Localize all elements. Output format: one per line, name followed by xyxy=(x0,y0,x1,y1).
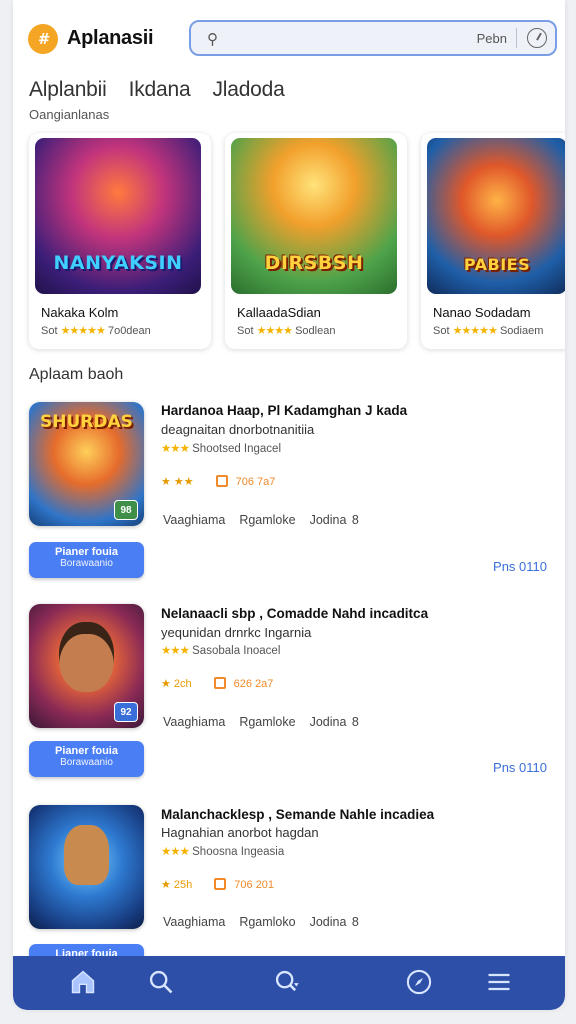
calendar-icon xyxy=(214,878,227,890)
featured-card[interactable]: PABIES Nanao Sodadam Sot ★★★★★ Sodiaem xyxy=(421,133,565,349)
game-meta: Sot ★★★★★ 7o0dean xyxy=(41,325,151,337)
rating-stars: ★★★★★ xyxy=(60,325,106,337)
top-bar: # Aplanasii ⚲ Pebn xyxy=(13,10,565,68)
bottom-navigation xyxy=(13,956,565,1010)
rating-stars: ★★★★★ xyxy=(452,325,498,337)
game-name: Nanao Sodadam xyxy=(433,305,531,320)
calendar-icon xyxy=(213,677,226,689)
list-item-stats: ★ 25h 706 201 xyxy=(161,878,275,891)
search-filter-icon[interactable] xyxy=(273,968,303,998)
install-button[interactable]: Pianer fouia Borawaanio xyxy=(29,741,144,777)
list-item-subtitle: yequnidan drnrkc Ingarnia xyxy=(161,625,312,640)
list-item-meta: Vaaghiama Rgamloko Jodina 8 xyxy=(163,915,359,929)
list-item[interactable]: SHURDAS 98 Hardanoa Haap, Pl Kadamghan J… xyxy=(13,400,565,600)
app-logo-icon[interactable]: # xyxy=(28,24,58,54)
list-item[interactable]: 92 Nelanaacli sbp , Comadde Nahd incadit… xyxy=(13,604,565,804)
list-item-meta: Vaaghiama Rgamloke Jodina 8 xyxy=(163,715,359,729)
list-item-stats: ★ 2ch 626 2a7 xyxy=(161,677,274,690)
list-item-rating: ★★★ Sasobala Inoacel xyxy=(161,645,281,657)
character-face xyxy=(59,622,114,692)
subheading: Oangianlanas xyxy=(29,107,110,122)
search-input[interactable]: Pebn xyxy=(477,31,507,46)
game-artwork: DIRSBSH xyxy=(231,138,397,294)
home-icon[interactable] xyxy=(69,968,99,998)
tab-alplanbii[interactable]: Alplanbii xyxy=(29,78,107,102)
game-thumbnail[interactable]: 92 xyxy=(29,604,144,728)
search-icon[interactable] xyxy=(147,968,177,998)
list-item-rating: ★★★ Shoosna Ingeasia xyxy=(161,846,285,858)
tab-ikdana[interactable]: Ikdana xyxy=(129,78,191,102)
list-item-meta: Vaaghiama Rgamloke Jodina 8 xyxy=(163,513,359,527)
game-name: Nakaka Kolm xyxy=(41,305,119,320)
clock-icon[interactable] xyxy=(527,28,547,48)
search-divider xyxy=(516,28,517,48)
rating-stars: ★★★★ xyxy=(256,325,293,337)
game-meta: Sot ★★★★ Sodlean xyxy=(237,325,336,337)
compass-icon[interactable] xyxy=(405,968,435,998)
age-badge: 92 xyxy=(114,702,138,722)
character-figure xyxy=(64,825,109,885)
list-item-title: Hardanoa Haap, Pl Kadamghan J kada xyxy=(161,403,408,418)
list-item-subtitle: Hagnahian anorbot hagdan xyxy=(161,825,319,840)
price-link[interactable]: Pns 0110 xyxy=(493,760,547,775)
calendar-icon xyxy=(215,475,228,487)
featured-card[interactable]: NANYAKSIN Nakaka Kolm Sot ★★★★★ 7o0dean xyxy=(29,133,211,349)
list-item-subtitle: deagnaitan dnorbotnanitiia xyxy=(161,422,315,437)
game-artwork: NANYAKSIN xyxy=(35,138,201,294)
tab-jladoda[interactable]: Jladoda xyxy=(212,78,284,102)
section-title: Aplaam baoh xyxy=(29,366,124,383)
install-button[interactable]: Pianer fouia Borawaanio xyxy=(29,542,144,578)
price-link[interactable]: Pns 0110 xyxy=(493,559,547,574)
game-meta: Sot ★★★★★ Sodiaem xyxy=(433,325,544,337)
menu-icon[interactable] xyxy=(485,968,515,998)
list-item-stats: ★ ★★ 706 7a7 xyxy=(161,475,276,488)
search-bar[interactable]: ⚲ Pebn xyxy=(189,20,557,56)
featured-card[interactable]: DIRSBSH KallaadaSdian Sot ★★★★ Sodlean xyxy=(225,133,407,349)
list-item-title: Nelanaacli sbp , Comadde Nahd incaditca xyxy=(161,606,429,621)
list-item-rating: ★★★ Shootsed Ingacel xyxy=(161,443,282,455)
game-thumbnail[interactable]: SHURDAS 98 xyxy=(29,402,144,526)
search-icon[interactable]: ⚲ xyxy=(207,30,218,48)
list-item-title: Malanchacklesp , Semande Nahle incadiea xyxy=(161,807,435,822)
game-thumbnail[interactable] xyxy=(29,805,144,929)
app-title: Aplanasii xyxy=(67,27,154,49)
app-window: # Aplanasii ⚲ Pebn Alplanbii Ikdana Jlad… xyxy=(13,0,565,1010)
game-name: KallaadaSdian xyxy=(237,305,321,320)
category-tabs: Alplanbii Ikdana Jladoda xyxy=(29,78,285,102)
age-badge: 98 xyxy=(114,500,138,520)
featured-carousel: NANYAKSIN Nakaka Kolm Sot ★★★★★ 7o0dean … xyxy=(23,133,565,353)
game-artwork: PABIES xyxy=(427,138,565,294)
